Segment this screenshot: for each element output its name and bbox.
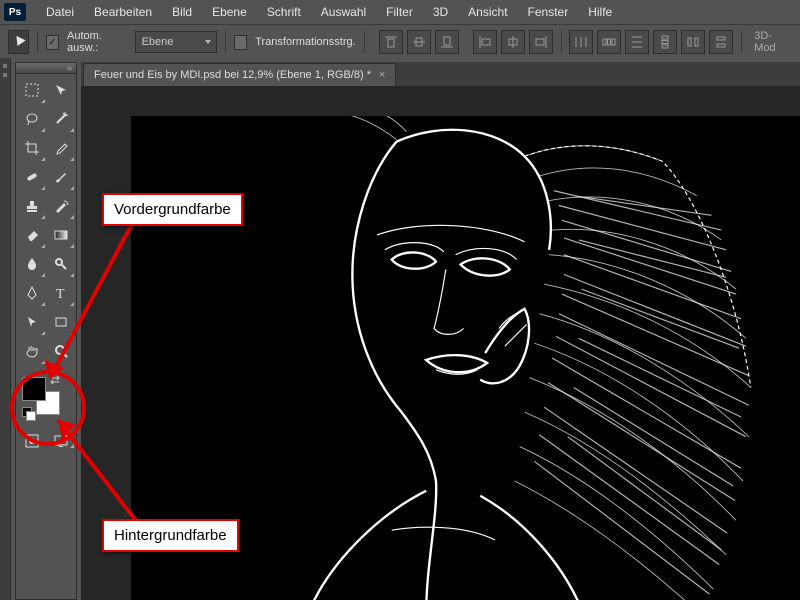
tool-stamp[interactable] xyxy=(18,192,46,220)
separator xyxy=(741,31,742,53)
menu-fenster[interactable]: Fenster xyxy=(518,0,579,24)
menu-datei[interactable]: Datei xyxy=(36,0,84,24)
toolbox-collapse[interactable] xyxy=(16,63,76,74)
transform-controls-label: Transformationsstrg. xyxy=(255,36,355,48)
app-logo: Ps xyxy=(4,3,26,21)
separator xyxy=(364,31,365,53)
annotation-circle xyxy=(10,370,86,446)
annotation-foreground-label: Vordergrundfarbe xyxy=(102,193,243,226)
tool-eyedropper[interactable] xyxy=(47,134,75,162)
tool-history-brush[interactable] xyxy=(47,192,75,220)
auto-select-dropdown[interactable]: Ebene xyxy=(135,31,218,53)
auto-select-checkbox[interactable] xyxy=(46,35,59,50)
tool-zoom[interactable] xyxy=(47,337,75,365)
menu-schrift[interactable]: Schrift xyxy=(257,0,311,24)
mode-3d-label[interactable]: 3D-Mod xyxy=(750,30,792,54)
separator xyxy=(225,31,226,53)
document-tab-title: Feuer und Eis by MDI.psd bei 12,9% (Eben… xyxy=(94,69,371,81)
tool-hand[interactable] xyxy=(18,337,46,365)
tool-path-select[interactable] xyxy=(18,308,46,336)
distribute-h3-icon[interactable] xyxy=(709,30,733,54)
tool-type[interactable]: T xyxy=(47,279,75,307)
menu-auswahl[interactable]: Auswahl xyxy=(311,0,376,24)
tool-dodge[interactable] xyxy=(47,250,75,278)
menu-3d[interactable]: 3D xyxy=(423,0,458,24)
separator xyxy=(37,31,38,53)
tool-magic-wand[interactable] xyxy=(47,105,75,133)
tool-crop[interactable] xyxy=(18,134,46,162)
menu-bearbeiten[interactable]: Bearbeiten xyxy=(84,0,162,24)
tool-pen[interactable] xyxy=(18,279,46,307)
distribute-h2-icon[interactable] xyxy=(597,30,621,54)
tool-heal[interactable] xyxy=(18,163,46,191)
align-vcenter-icon[interactable] xyxy=(407,30,431,54)
tool-eraser[interactable] xyxy=(18,221,46,249)
tool-gradient[interactable] xyxy=(47,221,75,249)
distribute-h-icon[interactable] xyxy=(569,30,593,54)
toolbox: T ⇄ xyxy=(15,62,77,600)
close-tab-icon[interactable]: × xyxy=(379,69,385,81)
document-tab[interactable]: Feuer und Eis by MDI.psd bei 12,9% (Eben… xyxy=(83,63,396,86)
align-top-icon[interactable] xyxy=(379,30,403,54)
menu-ebene[interactable]: Ebene xyxy=(202,0,257,24)
separator xyxy=(561,31,562,53)
auto-select-label: Autom. ausw.: xyxy=(67,30,127,54)
distribute-v-icon[interactable] xyxy=(625,30,649,54)
menu-bild[interactable]: Bild xyxy=(162,0,202,24)
tool-marquee[interactable] xyxy=(18,76,46,104)
menu-ansicht[interactable]: Ansicht xyxy=(458,0,517,24)
align-left-icon[interactable] xyxy=(473,30,497,54)
align-right-icon[interactable] xyxy=(529,30,553,54)
distribute-v2-icon[interactable] xyxy=(653,30,677,54)
menu-filter[interactable]: Filter xyxy=(376,0,423,24)
align-hcenter-icon[interactable] xyxy=(501,30,525,54)
transform-controls-checkbox[interactable] xyxy=(234,35,247,50)
align-bottom-icon[interactable] xyxy=(435,30,459,54)
svg-text:T: T xyxy=(56,287,65,301)
menu-hilfe[interactable]: Hilfe xyxy=(578,0,622,24)
tool-move[interactable] xyxy=(47,76,75,104)
tool-rectangle[interactable] xyxy=(47,308,75,336)
dock-strip xyxy=(0,58,11,600)
annotation-background-label: Hintergrundfarbe xyxy=(102,519,239,552)
tool-brush[interactable] xyxy=(47,163,75,191)
distribute-w-icon[interactable] xyxy=(681,30,705,54)
active-tool-icon[interactable] xyxy=(8,30,29,54)
tool-lasso[interactable] xyxy=(18,105,46,133)
tool-blur[interactable] xyxy=(18,250,46,278)
